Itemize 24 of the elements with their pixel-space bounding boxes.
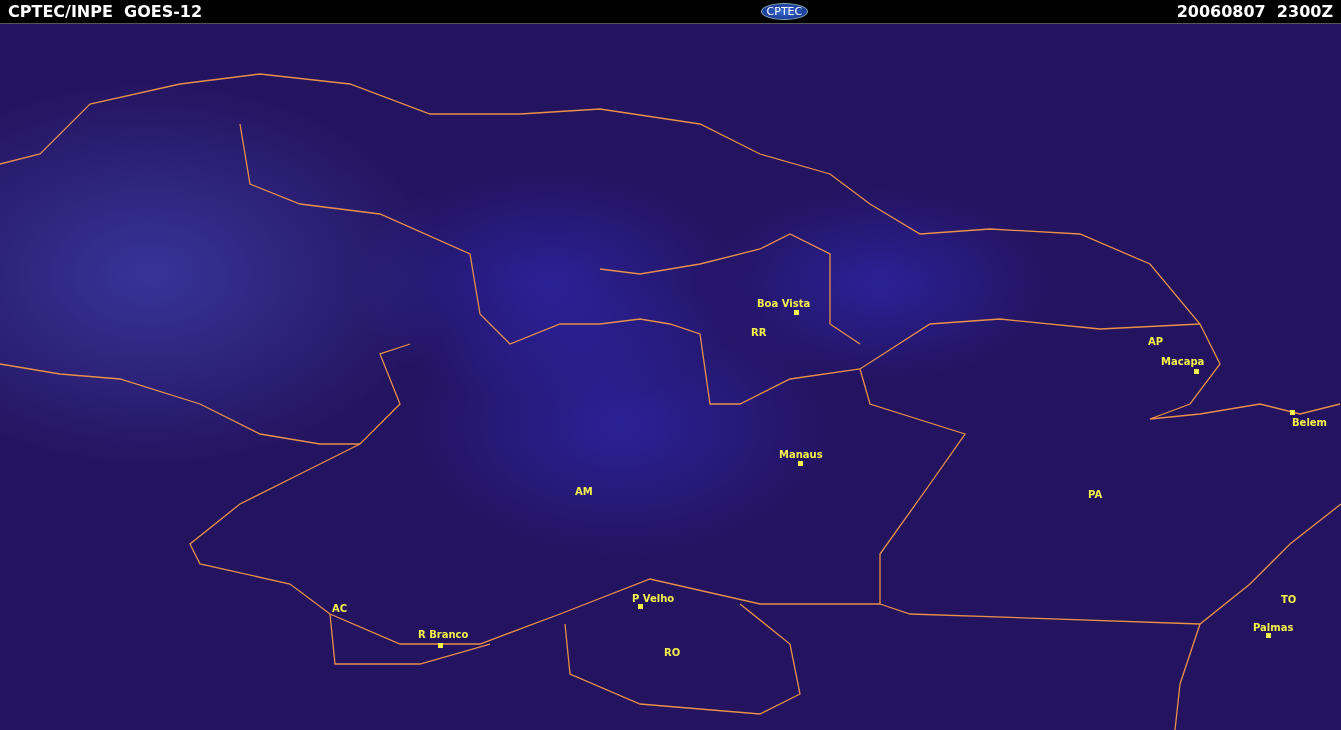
city-marker-icon xyxy=(1290,410,1295,415)
region-label: AM xyxy=(575,486,593,497)
city-label: R Branco xyxy=(418,629,469,640)
city-label: Boa Vista xyxy=(757,298,811,309)
header-title: CPTEC/INPE GOES-12 xyxy=(8,2,203,21)
city-marker-icon xyxy=(1194,369,1199,374)
timestamp: 20060807 2300Z xyxy=(1176,2,1333,21)
region-label: PA xyxy=(1088,489,1103,500)
region-label: AP xyxy=(1148,336,1164,347)
city-marker-icon xyxy=(438,643,443,648)
city-label: Belem xyxy=(1292,417,1328,428)
logo: CPTEC xyxy=(760,3,809,20)
city-marker-icon xyxy=(794,310,799,315)
region-label: RO xyxy=(664,647,681,658)
city-label: Palmas xyxy=(1253,622,1294,633)
region-label: AC xyxy=(332,603,348,614)
city-marker-icon xyxy=(1266,633,1271,638)
city-label: Manaus xyxy=(779,449,823,460)
city-marker-icon xyxy=(798,461,803,466)
city-label: P Velho xyxy=(632,593,675,604)
city-label: Macapa xyxy=(1161,356,1205,367)
region-label: TO xyxy=(1281,594,1297,605)
city-marker-icon xyxy=(638,604,643,609)
region-label: RR xyxy=(751,327,767,338)
